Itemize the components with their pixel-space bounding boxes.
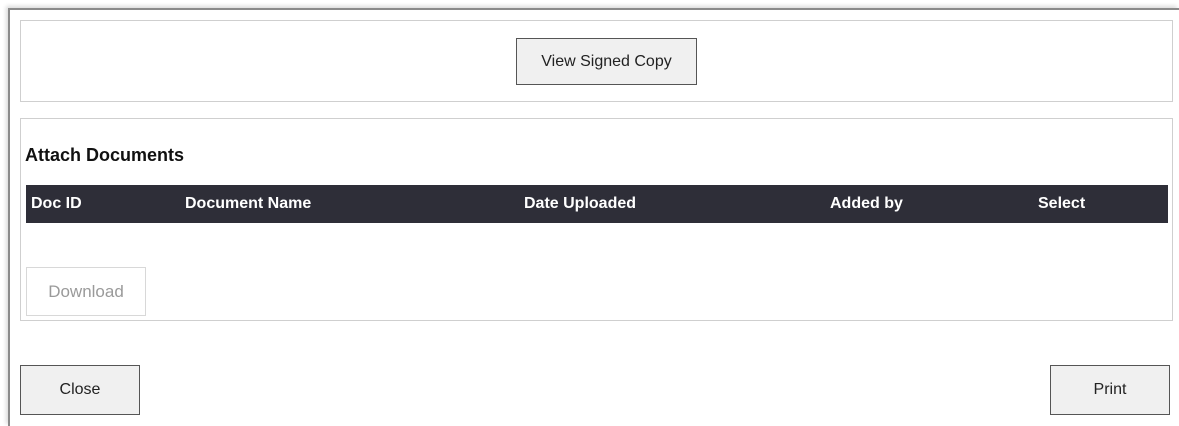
column-header-select: Select [1038, 195, 1086, 212]
view-signed-copy-button[interactable]: View Signed Copy [516, 38, 697, 85]
column-header-added-by: Added by [830, 195, 903, 212]
document-dialog: View Signed Copy Attach Documents Doc ID… [8, 8, 1179, 426]
attach-documents-panel: Attach Documents Doc ID Document Name Da… [20, 118, 1173, 321]
download-button[interactable]: Download [26, 267, 146, 316]
column-header-date-uploaded: Date Uploaded [524, 195, 637, 212]
print-button[interactable]: Print [1050, 365, 1170, 415]
signed-copy-panel: View Signed Copy [20, 20, 1173, 102]
column-header-document-name: Document Name [185, 195, 312, 212]
documents-table-header: Doc ID Document Name Date Uploaded Added… [26, 185, 1168, 223]
close-button[interactable]: Close [20, 365, 140, 415]
attach-documents-title: Attach Documents [25, 145, 185, 165]
column-header-doc-id: Doc ID [31, 195, 82, 212]
